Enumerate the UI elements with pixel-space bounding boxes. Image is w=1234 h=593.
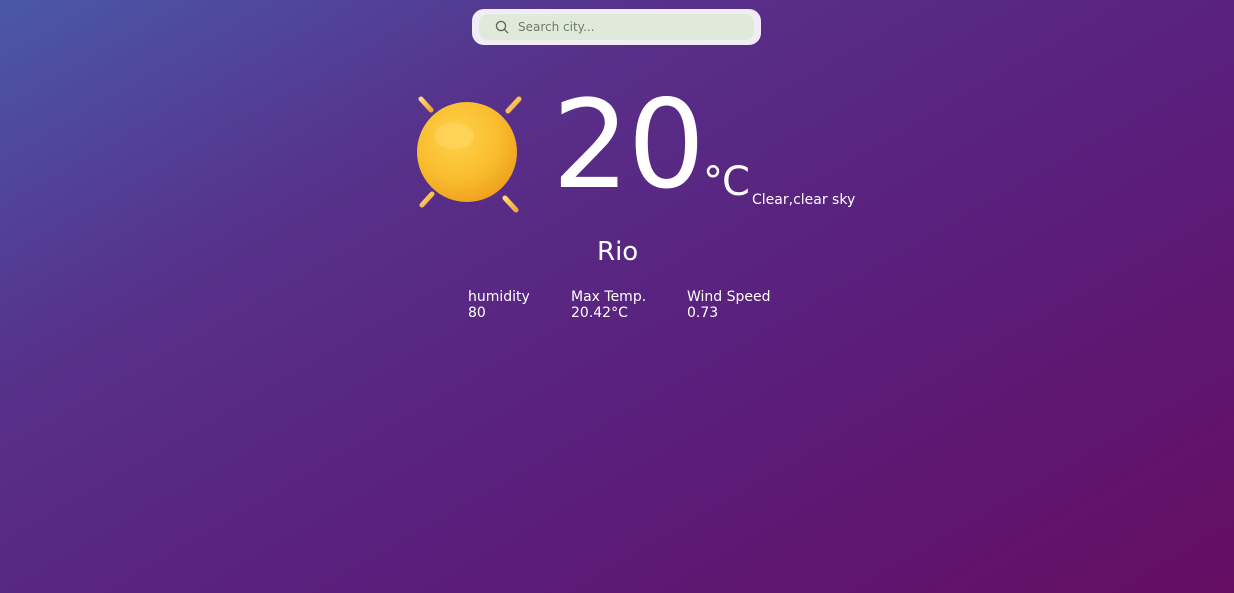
stat-label: Wind Speed: [687, 289, 771, 305]
stat-label: humidity: [468, 289, 530, 305]
search-bar: [472, 9, 761, 45]
sun-icon: [398, 70, 546, 236]
stat-value: 80: [468, 305, 486, 321]
stat-max-temp: Max Temp. 20.42°C: [571, 289, 687, 321]
stat-label: Max Temp.: [571, 289, 647, 305]
weather-stats: humidity 80 Max Temp. 20.42°C Wind Speed…: [468, 289, 771, 321]
stat-value: 0.73: [687, 305, 719, 321]
temperature-unit: °C: [703, 159, 750, 205]
stat-value: 20.42°C: [571, 305, 628, 321]
search-icon[interactable]: [495, 20, 509, 34]
city-name: Rio: [597, 237, 639, 267]
stat-wind-speed: Wind Speed 0.73: [687, 289, 771, 321]
search-field[interactable]: [479, 14, 754, 40]
search-input[interactable]: [518, 20, 738, 34]
weather-condition: Clear,clear sky: [752, 192, 856, 208]
temperature-value: 20: [552, 74, 705, 216]
stat-humidity: humidity 80: [468, 289, 571, 321]
